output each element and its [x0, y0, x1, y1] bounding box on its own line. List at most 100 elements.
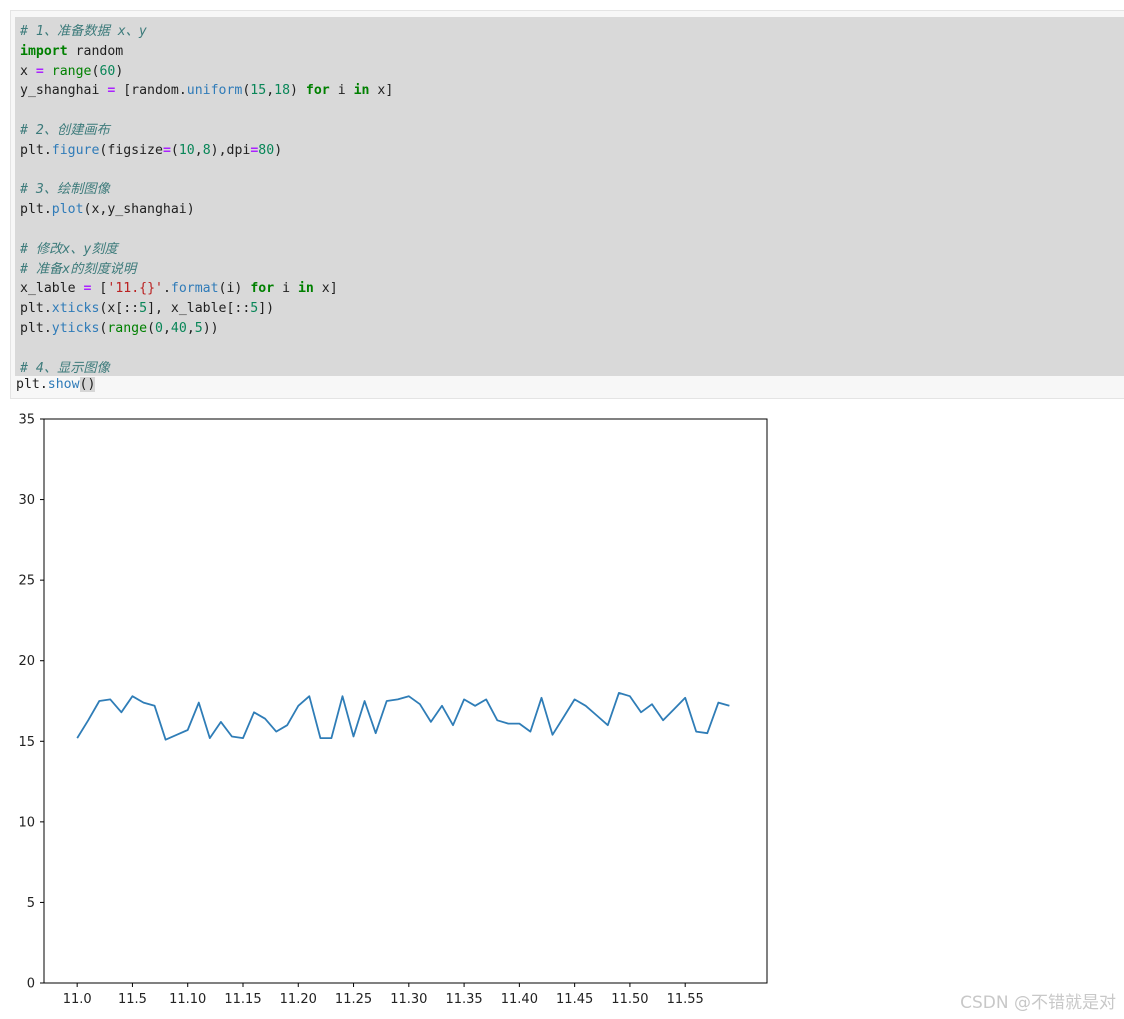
x-tick-label: 11.0: [63, 992, 92, 1007]
code-token: range: [51, 63, 92, 79]
code-token: plot: [51, 202, 84, 218]
code-token: plt.: [20, 301, 52, 317]
code-token: =: [162, 142, 171, 158]
y-tick-label: 20: [18, 654, 35, 669]
code-token: ,: [186, 320, 195, 336]
x-tick-label: 11.50: [611, 992, 648, 1007]
line-chart: 0 5 10 15 20 25 30 35 11.0 11.5 11.10 11.15 11.20 11.…: [18, 413, 768, 1007]
code-token: [: [91, 281, 108, 297]
code-token: 15: [250, 83, 267, 99]
code-token: format: [170, 281, 219, 297]
code-token: x_lable: [20, 281, 84, 297]
code-token: ,: [162, 320, 171, 336]
code-token: range: [107, 320, 148, 336]
x-tick-label: 11.15: [224, 992, 261, 1007]
code-token: x: [20, 63, 36, 79]
code-token: plt.: [16, 377, 48, 392]
code-token: ]): [258, 301, 275, 317]
y-tick-label: 0: [27, 977, 35, 992]
output-plot: 0 5 10 15 20 25 30 35 11.0 11.5 11.10 11.15 11.20 11.…: [0, 400, 1124, 1019]
y-tick-label: 25: [18, 574, 35, 589]
y-tick-label: 10: [18, 815, 35, 830]
code-token: '11.{}': [107, 281, 163, 297]
x-tick-label: 11.40: [501, 992, 538, 1007]
code-token: (: [147, 320, 156, 336]
code-token: # 准备x的刻度说明: [20, 261, 137, 277]
code-token: i: [274, 281, 298, 297]
y-tick-label: 35: [18, 413, 35, 428]
code-token: .: [162, 281, 171, 297]
code-token: (x[::: [99, 301, 140, 317]
code-token: [random.: [115, 83, 187, 99]
code-editor[interactable]: # 1、准备数据 x、y import random x = range(60) y_…: [15, 17, 1124, 376]
code-token: for: [305, 83, 330, 99]
code-token: 8: [202, 142, 211, 158]
x-tick-label: 11.20: [280, 992, 317, 1007]
code-token: y_shanghai: [20, 83, 108, 99]
code-token: ): [274, 142, 283, 158]
code-token: 18: [274, 83, 291, 99]
x-tick-label: 11.10: [169, 992, 206, 1007]
code-cell[interactable]: # 1、准备数据 x、y import random x = range(60) y_…: [10, 10, 1124, 399]
code-token: in: [353, 83, 370, 99]
code-token: ),dpi: [210, 142, 251, 158]
code-token: import: [20, 43, 68, 59]
code-token: yticks: [51, 320, 100, 336]
code-line: # 1、准备数据 x、y: [20, 22, 393, 42]
code-token: 5: [194, 320, 203, 336]
code-token: ,: [194, 142, 203, 158]
x-tick-label: 11.25: [335, 992, 372, 1007]
x-tick-label: 11.5: [118, 992, 147, 1007]
code-line: plt.xticks(x[::5], x_lable[::5]): [20, 299, 393, 319]
code-line: # 2、创建画布: [20, 121, 393, 141]
code-token: plt.: [20, 202, 52, 218]
code-token: ], x_lable[::: [147, 301, 251, 317]
code-token: 10: [178, 142, 195, 158]
y-tick-label: 15: [18, 735, 35, 750]
code-token: uniform: [186, 83, 243, 99]
code-token: (: [170, 142, 179, 158]
code-token: # 修改x、y刻度: [20, 241, 118, 257]
code-token: show: [47, 377, 80, 392]
code-token: in: [297, 281, 314, 297]
code-token: # 2、创建画布: [20, 122, 110, 138]
watermark-text: CSDN @不错就是对: [960, 993, 1116, 1013]
x-tick-label: 11.30: [390, 992, 427, 1007]
code-token: =: [35, 63, 44, 79]
code-token: x]: [369, 83, 394, 99]
code-token: plt.: [20, 320, 52, 336]
code-token: 80: [258, 142, 275, 158]
code-token: i: [329, 83, 354, 99]
code-line: plt.yticks(range(0,40,5)): [20, 319, 393, 339]
code-line: plt.plot(x,y_shanghai): [20, 200, 393, 220]
code-token: ): [290, 83, 306, 99]
code-line: plt.figure(figsize=(10,8),dpi=80): [20, 141, 393, 161]
code-token: 60: [99, 63, 116, 79]
code-token: plt.: [20, 142, 52, 158]
code-line: import random: [20, 42, 393, 62]
code-line: x_lable = ['11.{}'.format(i) for i in x]: [20, 279, 393, 299]
y-tick-label: 30: [18, 493, 35, 508]
code-lines: # 1、准备数据 x、y import random x = range(60) y_…: [20, 22, 393, 378]
code-token: 5: [139, 301, 148, 317]
y-tick-label: 5: [27, 896, 35, 911]
code-token: ,: [266, 83, 275, 99]
code-token: ): [115, 63, 124, 79]
plot-frame: [43, 418, 768, 984]
code-token: (x,y_shanghai): [83, 202, 195, 218]
code-line: y_shanghai = [random.uniform(15,18) for …: [20, 81, 393, 101]
code-token: )): [202, 320, 219, 336]
code-token: for: [250, 281, 275, 297]
code-line: # 准备x的刻度说明: [20, 260, 393, 280]
code-line: # 修改x、y刻度: [20, 240, 393, 260]
code-token: (i): [218, 281, 251, 297]
code-token: # 3、绘制图像: [20, 182, 110, 198]
code-token: random: [67, 43, 124, 59]
code-line: x = range(60): [20, 62, 393, 82]
code-token: xticks: [51, 301, 100, 317]
code-token: # 1、准备数据 x、y: [20, 24, 147, 39]
